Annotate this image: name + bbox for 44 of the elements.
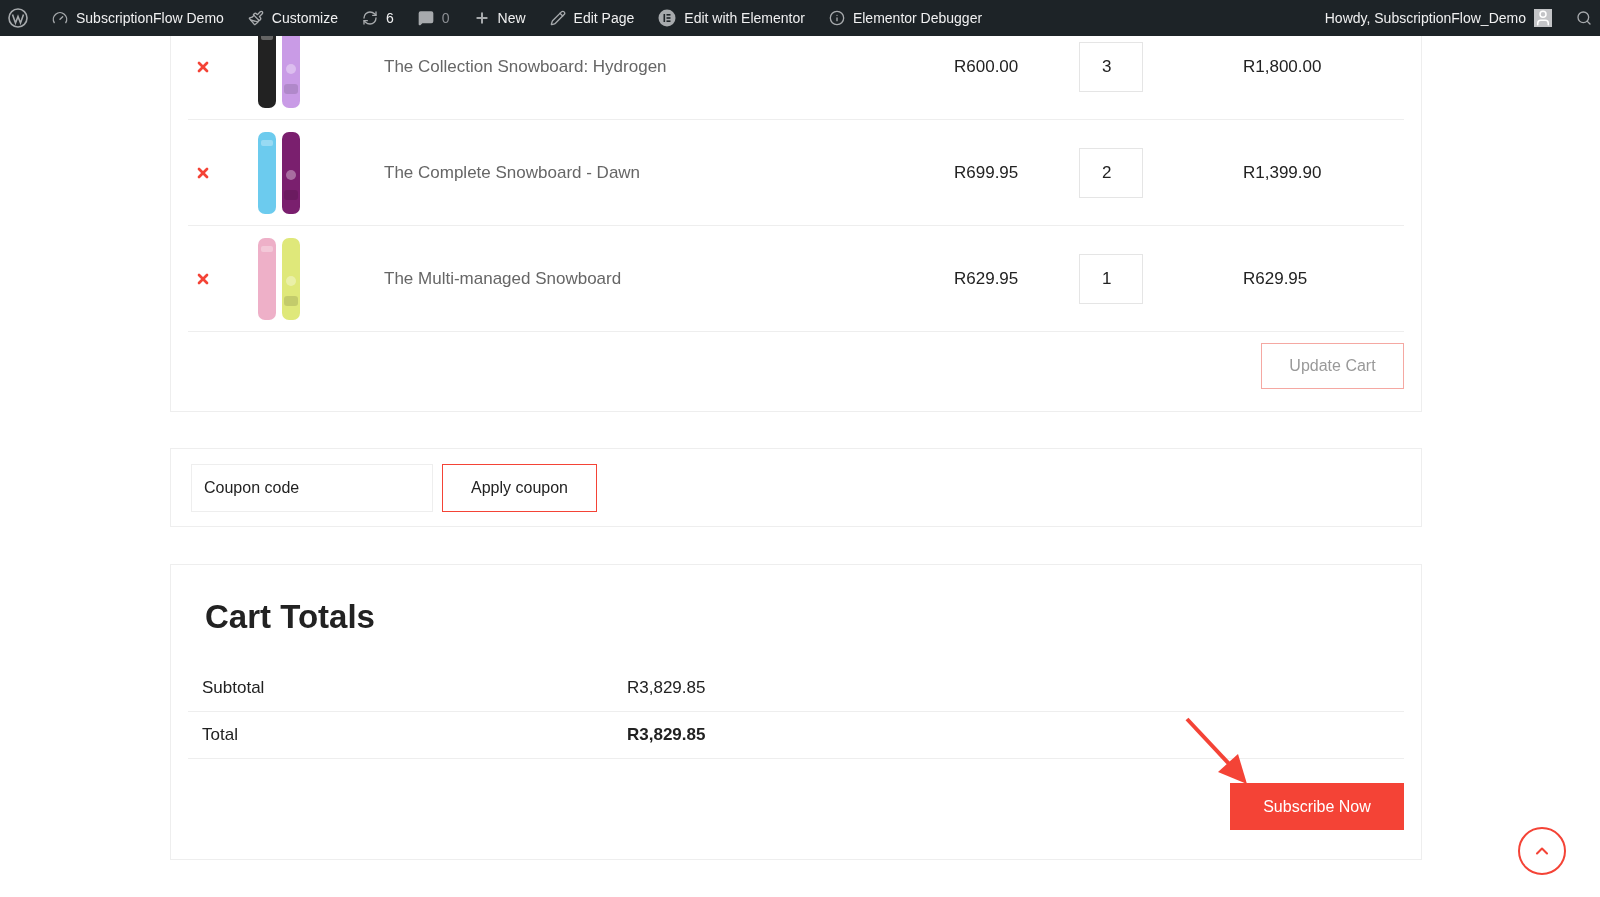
product-name[interactable]: The Complete Snowboard - Dawn (384, 160, 954, 186)
cart-totals-title: Cart Totals (205, 597, 376, 637)
product-subtotal: R1,800.00 (1243, 56, 1322, 79)
remove-icon[interactable] (195, 271, 211, 287)
quantity-field[interactable]: 1 (1079, 254, 1143, 304)
admin-bar-link[interactable]: Edit Page (573, 7, 635, 29)
product-subtotal: R1,399.90 (1243, 162, 1322, 185)
admin-bar-link[interactable]: 0 (441, 7, 450, 29)
totals-value: R3,829.85 (627, 724, 706, 747)
product-price: R629.95 (954, 268, 1020, 291)
product-price: R600.00 (954, 56, 1020, 79)
subscribe-button[interactable]: Subscribe Now (1230, 783, 1404, 830)
comment-icon (417, 10, 434, 26)
pencil-icon (549, 10, 566, 26)
scroll-to-top-button[interactable] (1518, 827, 1566, 875)
product-name[interactable]: The Collection Snowboard: Hydrogen (384, 54, 954, 80)
remove-icon[interactable] (195, 165, 211, 181)
remove-icon[interactable] (195, 59, 211, 75)
refresh-icon (362, 10, 378, 26)
totals-label: Subtotal (202, 677, 266, 700)
dashboard-icon (52, 10, 68, 26)
quantity-field[interactable]: 2 (1079, 148, 1143, 198)
totals-label: Total (202, 724, 239, 747)
admin-bar-link[interactable]: Elementor Debugger (852, 7, 983, 29)
account-link[interactable]: Howdy, SubscriptionFlow_Demo (1324, 7, 1526, 29)
annotation-arrow (1184, 716, 1250, 786)
plus-icon (473, 10, 490, 26)
quantity-field[interactable]: 3 (1079, 42, 1143, 92)
totals-value: R3,829.85 (627, 677, 706, 700)
search-icon[interactable] (1576, 10, 1592, 26)
info-icon (828, 10, 845, 26)
product-subtotal: R629.95 (1243, 268, 1308, 291)
admin-bar-link[interactable]: 6 (386, 7, 394, 29)
coupon-field[interactable]: Coupon code (191, 463, 433, 512)
product-name[interactable]: The Multi-managed Snowboard (384, 266, 954, 292)
product-price: R699.95 (954, 162, 1020, 185)
elementor-icon (658, 9, 677, 27)
admin-bar-link[interactable]: Customize (271, 7, 338, 29)
admin-bar-link[interactable]: Edit with Elementor (684, 7, 805, 29)
admin-bar-link[interactable]: New (497, 7, 526, 29)
admin-bar-link[interactable]: SubscriptionFlow Demo (76, 7, 224, 29)
wordpress-logo-icon[interactable] (8, 8, 28, 28)
brush-icon (247, 10, 264, 26)
apply-coupon-button[interactable]: Apply coupon (442, 463, 597, 512)
